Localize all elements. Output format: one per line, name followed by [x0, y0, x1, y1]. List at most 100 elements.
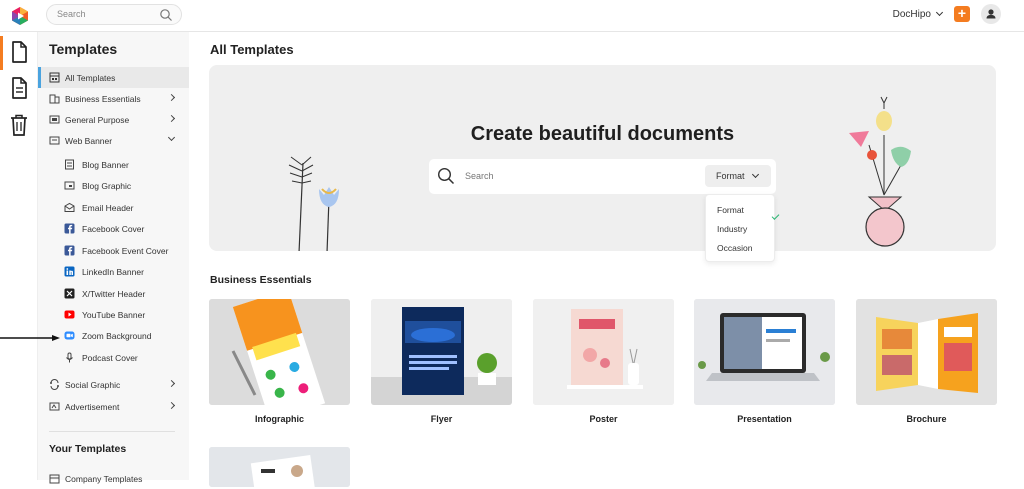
youtube-icon — [64, 310, 75, 319]
presentation-thumbnail — [694, 299, 835, 405]
sidebar-item-general-purpose[interactable]: General Purpose — [38, 109, 189, 130]
linkedin-icon — [64, 266, 75, 277]
sidebar-item-label: Zoom Background — [82, 331, 152, 341]
blog-graphic-icon — [64, 181, 75, 190]
sidebar-item-label: LinkedIn Banner — [82, 267, 144, 277]
template-card-partial[interactable] — [209, 447, 350, 487]
sidebar-item-email-header[interactable]: Email Header — [38, 197, 189, 218]
section-title: Business Essentials — [210, 274, 312, 286]
sidebar-item-zoom-background[interactable]: Zoom Background — [38, 325, 189, 346]
template-card-brochure[interactable] — [856, 299, 997, 405]
dropdown-option-label: Format — [717, 205, 744, 215]
sidebar-divider — [49, 431, 175, 432]
card-label-presentation: Presentation — [737, 414, 792, 424]
card-label-poster: Poster — [589, 414, 618, 424]
search-icon[interactable] — [437, 167, 455, 185]
card-label-flyer: Flyer — [430, 414, 453, 424]
sidebar-item-facebook-cover[interactable]: Facebook Cover — [38, 218, 189, 239]
icon-rail — [0, 32, 38, 480]
user-icon — [986, 9, 996, 19]
sidebar-item-blog-banner[interactable]: Blog Banner — [38, 154, 189, 175]
sidebar-item-company-templates[interactable]: Company Templates — [38, 468, 189, 489]
sidebar-item-facebook-event-cover[interactable]: Facebook Event Cover — [38, 240, 189, 261]
sidebar-item-label: General Purpose — [65, 115, 130, 125]
sidebar-item-label: Email Header — [82, 203, 134, 213]
sidebar-item-label: All Templates — [65, 73, 116, 83]
sidebar-item-web-banner[interactable]: Web Banner — [38, 130, 189, 151]
search-icon[interactable] — [159, 8, 173, 22]
sidebar-item-label: Facebook Cover — [82, 224, 145, 234]
building-icon — [49, 94, 60, 104]
microphone-icon — [66, 352, 73, 363]
banner-icon — [49, 136, 60, 145]
top-bar: Search DocHipo + — [0, 0, 1024, 32]
flower-illustration-left — [288, 156, 339, 251]
poster-thumbnail — [533, 299, 674, 405]
pointer-arrow-icon — [0, 335, 60, 341]
format-dropdown-button[interactable]: Format — [705, 165, 771, 187]
x-icon — [64, 288, 75, 299]
sidebar-item-social-graphic[interactable]: Social Graphic — [38, 374, 189, 395]
rail-active-indicator — [0, 36, 3, 70]
hero-search-placeholder: Search — [465, 171, 494, 181]
trash-icon[interactable] — [9, 113, 29, 137]
hero-search-input[interactable]: Search Format — [429, 159, 776, 194]
vase-illustration-right — [849, 96, 911, 247]
advertisement-icon — [49, 402, 60, 411]
templates-sidebar: Templates All Templates Business Essentia… — [38, 32, 189, 484]
card-label-infographic: Infographic — [255, 414, 304, 424]
zoom-icon — [64, 331, 75, 340]
facebook-icon — [64, 245, 75, 256]
grid-icon — [49, 72, 60, 83]
sidebar-item-advertisement[interactable]: Advertisement — [38, 396, 189, 417]
sidebar-item-label: Podcast Cover — [82, 353, 138, 363]
chevron-down-icon — [751, 170, 760, 179]
dropdown-option-industry[interactable]: Industry — [717, 224, 747, 234]
dropdown-option-occasion[interactable]: Occasion — [717, 243, 752, 253]
sidebar-item-label: YouTube Banner — [82, 310, 146, 320]
sidebar-item-label: Web Banner — [65, 136, 113, 146]
sidebar-item-label: Social Graphic — [65, 380, 121, 390]
top-search-input[interactable]: Search — [46, 4, 182, 25]
create-new-button[interactable]: + — [954, 6, 970, 22]
hero-banner: Create beautiful documents Search Format — [209, 65, 996, 251]
hero-heading: Create beautiful documents — [470, 123, 735, 145]
sidebar-title: Templates — [49, 41, 118, 57]
flyer-thumbnail — [371, 299, 512, 405]
brochure-thumbnail — [856, 299, 997, 405]
sidebar-item-label: Company Templates — [65, 474, 143, 484]
sidebar-item-label: Facebook Event Cover — [82, 246, 169, 256]
sidebar-item-linkedin-banner[interactable]: LinkedIn Banner — [38, 261, 189, 282]
sidebar-item-all-templates[interactable]: All Templates — [38, 67, 189, 88]
sidebar-item-blog-graphic[interactable]: Blog Graphic — [38, 175, 189, 196]
avatar[interactable] — [981, 4, 1001, 24]
chevron-right-icon — [167, 379, 176, 388]
templates-document-icon[interactable] — [9, 40, 29, 64]
template-card-presentation[interactable] — [694, 299, 835, 405]
template-card-poster[interactable] — [533, 299, 674, 405]
format-dropdown-label: Format — [716, 171, 745, 181]
email-icon — [64, 202, 75, 212]
sidebar-item-business-essentials[interactable]: Business Essentials — [38, 88, 189, 109]
top-search-placeholder: Search — [57, 9, 86, 19]
sidebar-item-podcast-cover[interactable]: Podcast Cover — [38, 347, 189, 368]
card-label-brochure: Brochure — [906, 414, 947, 424]
company-icon — [49, 474, 60, 484]
sidebar-item-youtube-banner[interactable]: YouTube Banner — [38, 304, 189, 325]
your-templates-heading: Your Templates — [49, 443, 127, 455]
social-icon — [50, 379, 59, 390]
my-documents-icon[interactable] — [9, 76, 29, 100]
sidebar-item-x-twitter-header[interactable]: X/Twitter Header — [38, 283, 189, 304]
sidebar-item-label: Advertisement — [65, 402, 120, 412]
partial-thumbnail — [209, 447, 350, 487]
dochipo-logo-icon[interactable] — [10, 6, 30, 26]
format-dropdown-menu: Format Industry Occasion — [705, 194, 780, 262]
dropdown-option-label: Industry — [717, 224, 748, 234]
blog-banner-icon — [65, 159, 74, 170]
facebook-icon — [64, 223, 75, 234]
template-card-infographic[interactable] — [209, 299, 350, 405]
dropdown-option-format[interactable]: Format — [717, 205, 780, 220]
sidebar-item-label: X/Twitter Header — [82, 289, 146, 299]
template-card-flyer[interactable] — [371, 299, 512, 405]
account-menu[interactable]: DocHipo — [893, 8, 944, 20]
